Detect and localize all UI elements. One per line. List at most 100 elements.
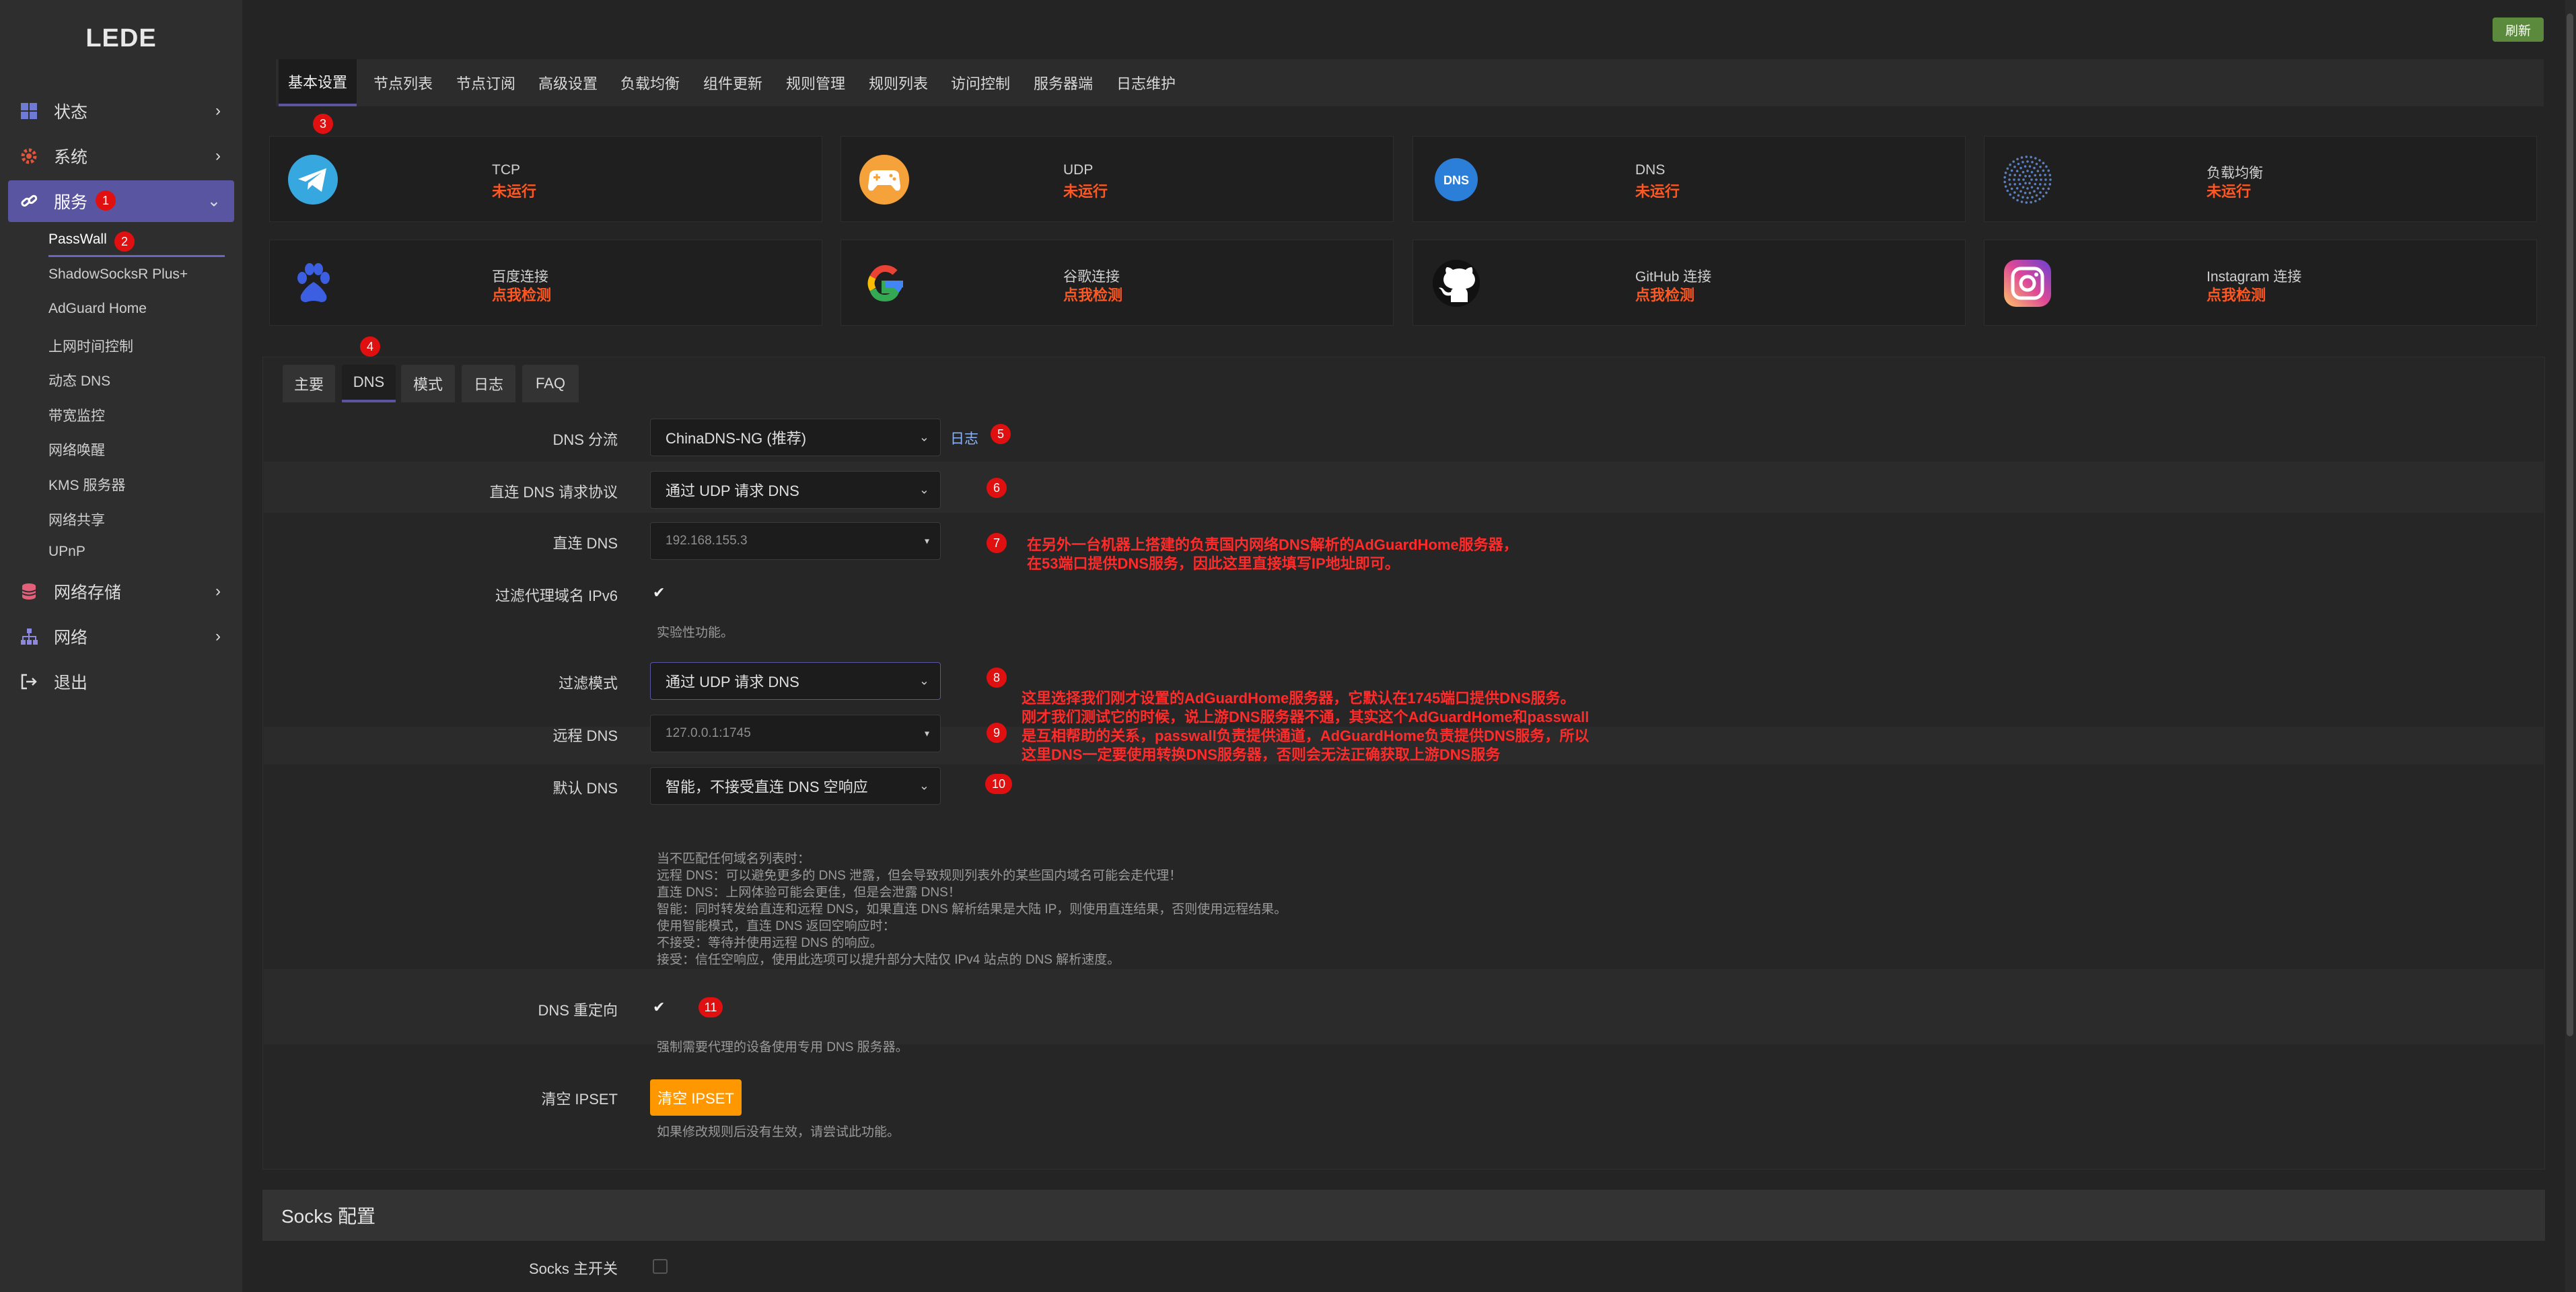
direct-protocol-value: 通过 UDP 请求 DNS — [666, 482, 799, 499]
status-github[interactable]: GitHub 连接 点我检测 — [1412, 240, 1966, 326]
dns-log-link[interactable]: 日志 — [950, 428, 978, 448]
direct-dns-value: 192.168.155.3 — [666, 534, 748, 548]
caret-down-icon: ▾ — [924, 535, 929, 546]
status-load-balance: 负载均衡 未运行 — [1984, 136, 2537, 222]
chevron-right-icon: › — [215, 627, 221, 645]
annotation-badge: 6 — [987, 478, 1007, 498]
subtab-dns[interactable]: DNS — [342, 365, 396, 402]
dns-split-value: ChinaDNS-NG (推荐) — [666, 430, 807, 447]
subtab-mode[interactable]: 模式 — [401, 365, 455, 402]
status-udp: UDP 未运行 — [840, 136, 1394, 222]
remote-dns-label: 远程 DNS — [552, 727, 618, 744]
status-label: UDP — [1063, 162, 1094, 178]
sidebar-subitem-ssrplus[interactable]: ShadowSocksR Plus+ — [48, 266, 188, 283]
status-value: 未运行 — [492, 183, 537, 200]
remote-dns-input[interactable]: 127.0.0.1:1745 ▾ — [650, 715, 941, 752]
dns-split-select[interactable]: ChinaDNS-NG (推荐) ⌄ — [650, 419, 941, 456]
refresh-button[interactable]: 刷新 — [2493, 17, 2544, 42]
gear-icon — [19, 146, 39, 166]
google-icon — [859, 258, 910, 309]
filter-mode-value: 通过 UDP 请求 DNS — [666, 674, 799, 690]
default-dns-select[interactable]: 智能，不接受直连 DNS 空响应 ⌄ — [650, 767, 941, 805]
status-value: 点我检测 — [492, 287, 552, 303]
status-value: 点我检测 — [1063, 287, 1123, 303]
direct-dns-input[interactable]: 192.168.155.3 ▾ — [650, 522, 941, 560]
sidebar-subitem-share[interactable]: 网络共享 — [48, 509, 105, 530]
annotation-badge: 8 — [987, 668, 1007, 688]
sidebar-subitem-bandwidth[interactable]: 带宽监控 — [48, 405, 105, 425]
sidebar-subitem-ddns[interactable]: 动态 DNS — [48, 370, 110, 390]
annotation-badge: 3 — [313, 114, 333, 134]
sidebar-item-services[interactable]: 服务 ⌄ — [8, 180, 234, 222]
dots-globe-icon — [2002, 154, 2053, 205]
status-instagram[interactable]: Instagram 连接 点我检测 — [1984, 240, 2537, 326]
sidebar-subitem-passwall[interactable]: PassWall — [48, 231, 107, 248]
chevron-down-icon: ⌄ — [207, 192, 221, 211]
clear-ipset-label: 清空 IPSET — [541, 1091, 618, 1108]
tab-node-subscribe[interactable]: 节点订阅 — [447, 59, 525, 106]
logo: LEDE — [85, 24, 157, 52]
link-icon — [19, 191, 39, 211]
chevron-down-icon: ⌄ — [919, 430, 929, 444]
filter-ipv6-checkbox[interactable]: ✔ — [653, 584, 665, 602]
clear-ipset-button[interactable]: 清空 IPSET — [650, 1079, 742, 1116]
tab-rule-list[interactable]: 规则列表 — [859, 59, 937, 106]
annotation-line: 这里DNS一定要使用转换DNS服务器，否则会无法正确获取上游DNS服务 — [1022, 746, 1501, 763]
direct-protocol-label: 直连 DNS 请求协议 — [489, 484, 618, 501]
direct-protocol-select[interactable]: 通过 UDP 请求 DNS ⌄ — [650, 471, 941, 509]
sidebar-item-system[interactable]: 系统 › — [8, 135, 234, 177]
tab-load-balance[interactable]: 负载均衡 — [611, 59, 689, 106]
clear-ipset-help: 如果修改规则后没有生效，请尝试此功能。 — [657, 1125, 900, 1139]
dashboard-icon — [19, 101, 39, 121]
dns-split-label: DNS 分流 — [552, 431, 618, 448]
filter-mode-select[interactable]: 通过 UDP 请求 DNS ⌄ — [650, 662, 941, 700]
sidebar-subitem-adguard[interactable]: AdGuard Home — [48, 301, 147, 317]
dns-redirect-checkbox[interactable]: ✔ — [653, 999, 665, 1016]
subtab-faq[interactable]: FAQ — [522, 365, 579, 402]
subtab-main[interactable]: 主要 — [283, 365, 335, 402]
chevron-right-icon: › — [215, 102, 221, 120]
default-dns-label: 默认 DNS — [552, 780, 618, 797]
chevron-down-icon: ⌄ — [919, 674, 929, 688]
tab-node-list[interactable]: 节点列表 — [364, 59, 442, 106]
annotation-line: 在另外一台机器上搭建的负责国内网络DNS解析的AdGuardHome服务器， — [1027, 536, 1518, 553]
annotation-note-7: 在另外一台机器上搭建的负责国内网络DNS解析的AdGuardHome服务器， 在… — [1027, 536, 1518, 573]
tab-access-control[interactable]: 访问控制 — [941, 59, 1019, 106]
annotation-badge: 11 — [699, 997, 723, 1017]
baidu-paw-icon — [287, 258, 338, 309]
filter-mode-label: 过滤模式 — [558, 675, 618, 692]
socks-switch-checkbox[interactable] — [653, 1259, 668, 1274]
network-icon — [19, 626, 39, 647]
tab-rule-manage[interactable]: 规则管理 — [777, 59, 855, 106]
status-label: TCP — [492, 162, 520, 178]
annotation-line: 这里选择我们刚才设置的AdGuardHome服务器，它默认在1745端口提供DN… — [1022, 690, 1575, 707]
socks-section-title: Socks 配置 — [262, 1190, 2545, 1241]
status-google[interactable]: 谷歌连接 点我检测 — [840, 240, 1394, 326]
tab-advanced[interactable]: 高级设置 — [529, 59, 607, 106]
telegram-icon — [287, 154, 338, 205]
annotation-badge: 4 — [360, 336, 380, 357]
chevron-down-icon: ⌄ — [919, 482, 929, 497]
sidebar-subitem-time-control[interactable]: 上网时间控制 — [48, 336, 133, 356]
scrollbar-thumb[interactable] — [2567, 13, 2573, 1036]
tab-basic-settings[interactable]: 基本设置 — [279, 59, 357, 106]
status-value: 点我检测 — [2207, 287, 2266, 303]
tab-server[interactable]: 服务器端 — [1024, 59, 1102, 106]
status-label: DNS — [1635, 162, 1666, 178]
annotation-badge: 5 — [991, 424, 1011, 444]
sidebar-item-network[interactable]: 网络 › — [8, 616, 234, 657]
annotation-badge: 1 — [96, 190, 116, 211]
default-dns-help: 当不匹配任何域名列表时： 远程 DNS：可以避免更多的 DNS 泄露，但会导致规… — [657, 852, 1287, 967]
chevron-right-icon: › — [215, 147, 221, 165]
tab-component-update[interactable]: 组件更新 — [694, 59, 772, 106]
subtab-log[interactable]: 日志 — [462, 365, 515, 402]
svg-text:DNS: DNS — [1443, 174, 1469, 187]
annotation-badge: 7 — [987, 533, 1007, 553]
annotation-note-8: 这里选择我们刚才设置的AdGuardHome服务器，它默认在1745端口提供DN… — [1022, 689, 1589, 764]
sidebar-item-label: 系统 — [54, 148, 88, 167]
caret-down-icon: ▾ — [924, 727, 929, 739]
instagram-icon — [2002, 258, 2053, 309]
tab-log-maintenance[interactable]: 日志维护 — [1107, 59, 1185, 106]
status-baidu[interactable]: 百度连接 点我检测 — [269, 240, 822, 326]
sidebar-item-status[interactable]: 状态 › — [8, 90, 234, 132]
